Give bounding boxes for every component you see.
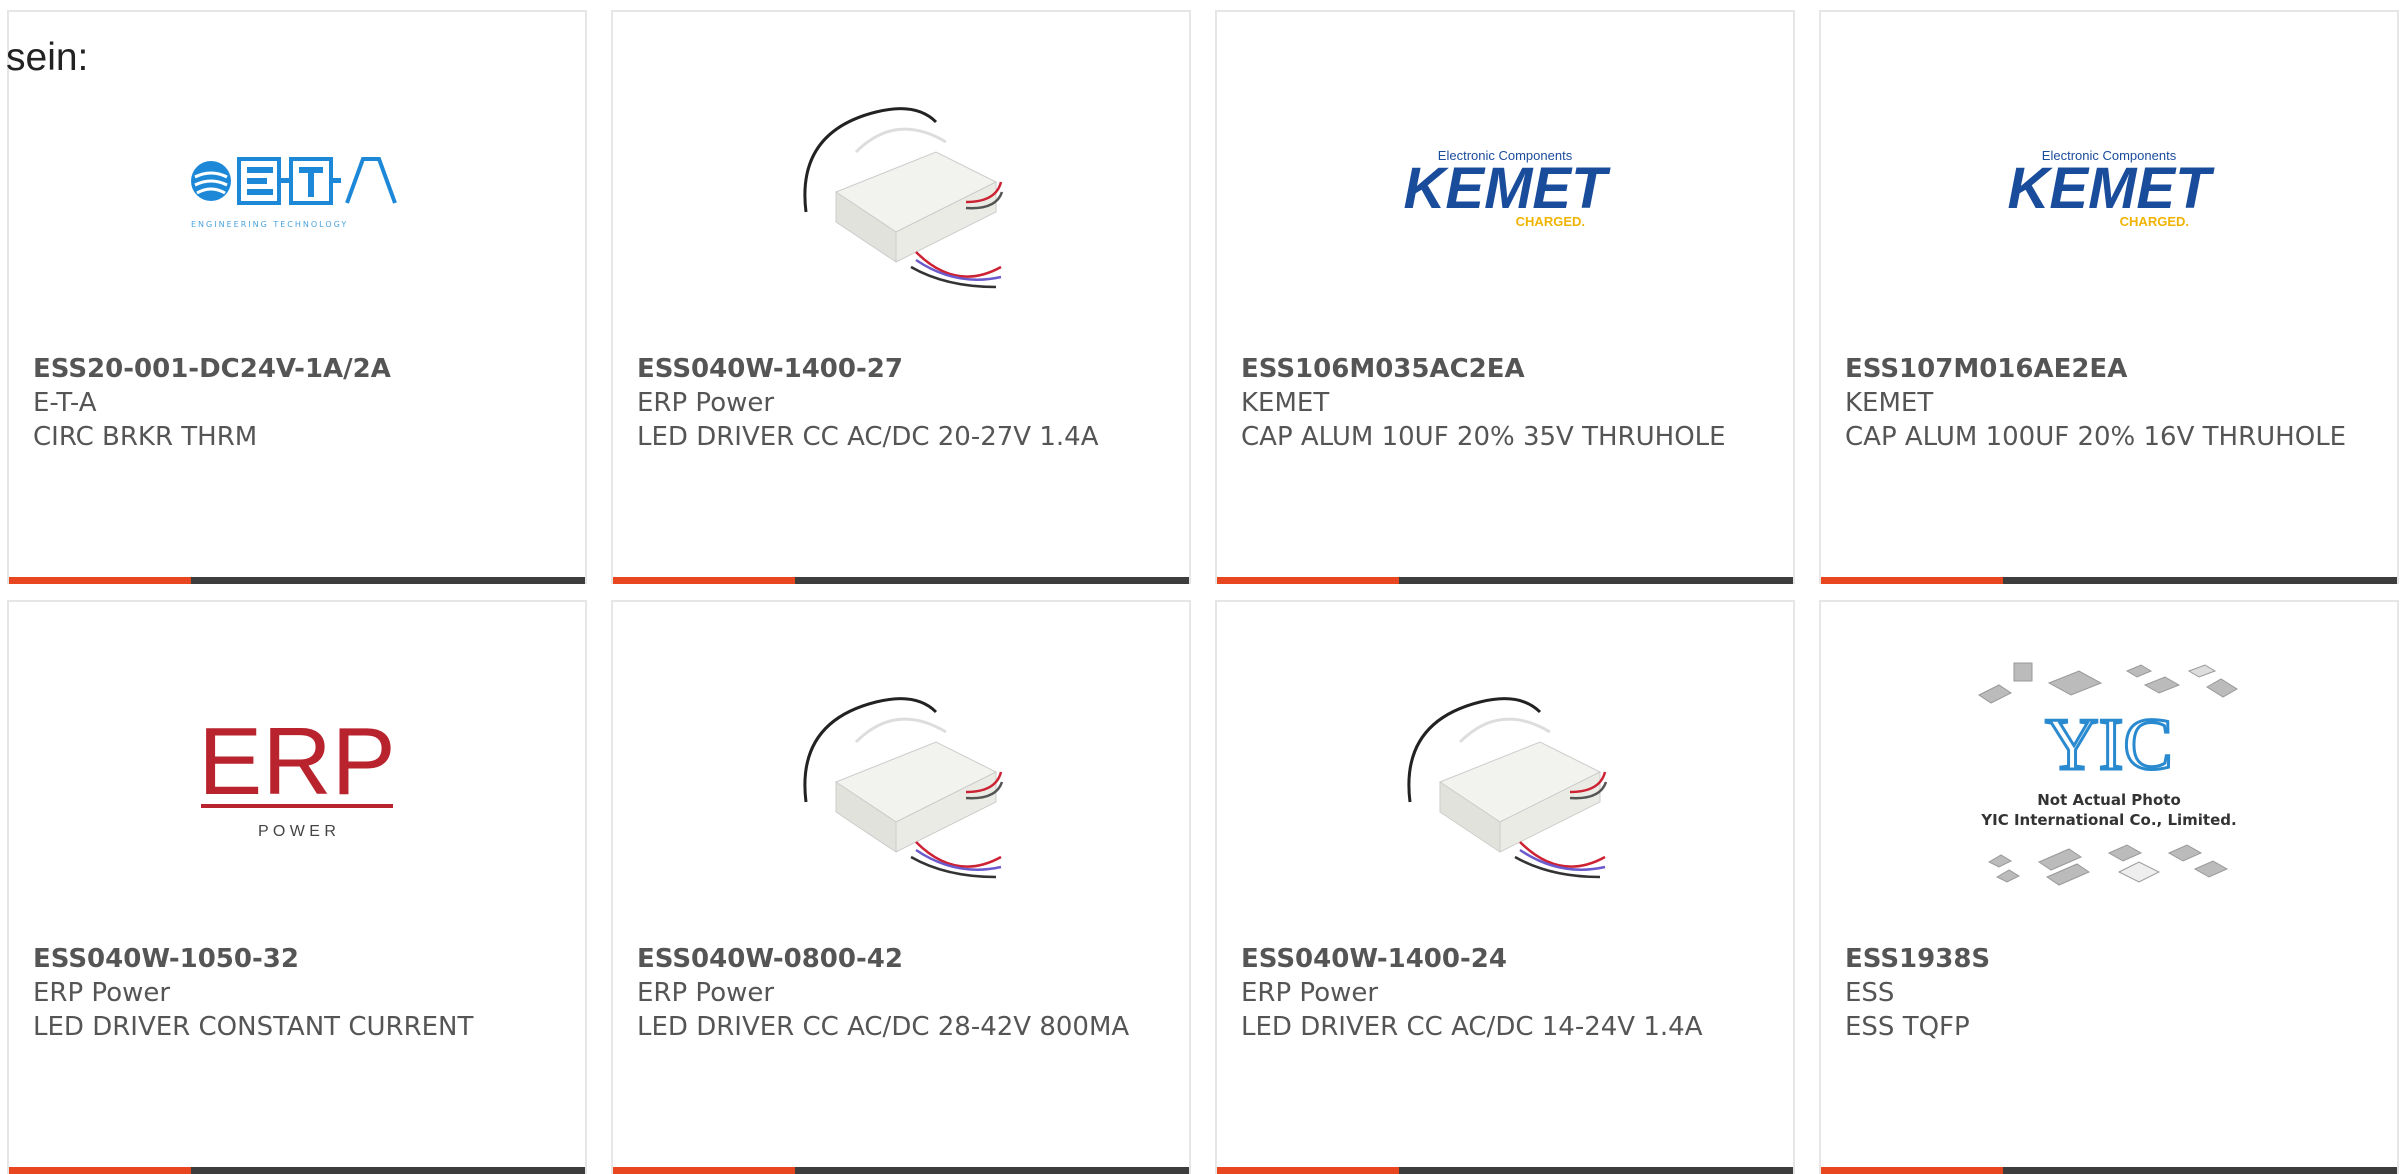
part-number-link[interactable]: ESS1938S [1845,942,2377,976]
card-accent-bar [1217,577,1793,584]
manufacturer-name: E-T-A [33,388,97,418]
product-description: LED DRIVER CONSTANT CURRENT [33,1012,474,1042]
product-description: LED DRIVER CC AC/DC 14-24V 1.4A [1241,1012,1703,1042]
erp-power-logo-icon: ERP P O W E R [198,712,395,840]
product-image[interactable] [613,72,1189,312]
part-number-link[interactable]: ESS040W-1400-24 [1241,942,1773,976]
product-card[interactable]: ESS040W-0800-42 ERP Power LED DRIVER CC … [611,600,1191,1174]
product-description: CIRC BRKR THRM [33,422,258,452]
product-image[interactable] [1217,662,1793,902]
product-description: LED DRIVER CC AC/DC 20-27V 1.4A [637,422,1099,452]
product-description: ESS TQFP [1845,1012,1970,1042]
led-driver-photo-icon [1407,697,1608,879]
manufacturer-name: KEMET [1241,388,1330,418]
svg-text:Not Actual Photo: Not Actual Photo [2037,791,2181,809]
kemet-logo-icon: Electronic Components KEMET CHARGED. [2008,148,2216,229]
led-driver-photo-icon [803,697,1004,879]
card-accent-bar [613,1167,1189,1174]
part-number-link[interactable]: ESS040W-0800-42 [637,942,1169,976]
led-driver-photo-icon [803,107,1004,289]
svg-text:ENGINEERING TECHNOLOGY: ENGINEERING TECHNOLOGY [191,220,348,229]
card-accent-bar [613,577,1189,584]
manufacturer-name: ERP Power [637,978,775,1008]
product-description: CAP ALUM 10UF 20% 35V THRUHOLE [1241,422,1726,452]
chip-placeholder-icon: YIC Not Actual Photo YIC International C… [1978,662,2238,886]
eta-logo-icon: ENGINEERING TECHNOLOGY [191,157,397,229]
card-accent-bar [1821,577,2397,584]
intro-text: sein: [6,36,89,79]
manufacturer-name: ERP Power [637,388,775,418]
card-accent-bar [9,577,585,584]
svg-text:KEMET: KEMET [1404,156,1612,221]
product-description: LED DRIVER CC AC/DC 28-42V 800MA [637,1012,1130,1042]
part-number-link[interactable]: ESS107M016AE2EA [1845,352,2377,386]
svg-text:ERP: ERP [198,712,395,815]
card-accent-bar [1821,1167,2397,1174]
manufacturer-name: ERP Power [33,978,171,1008]
part-number-link[interactable]: ESS040W-1050-32 [33,942,565,976]
card-accent-bar [9,1167,585,1174]
part-number-link[interactable]: ESS20-001-DC24V-1A/2A [33,352,565,386]
kemet-logo-icon: Electronic Components KEMET CHARGED. [1404,148,1612,229]
svg-text:YIC: YIC [2045,704,2172,786]
svg-text:CHARGED.: CHARGED. [2120,214,2189,229]
svg-text:CHARGED.: CHARGED. [1516,214,1585,229]
product-card[interactable]: ESS040W-1400-27 ERP Power LED DRIVER CC … [611,10,1191,584]
product-card[interactable]: ENGINEERING TECHNOLOGY ESS20-001-DC24V-1… [7,10,587,584]
svg-text:KEMET: KEMET [2008,156,2216,221]
product-card[interactable]: Electronic Components KEMET CHARGED. ESS… [1819,10,2399,584]
product-image[interactable] [613,662,1189,902]
product-image[interactable]: Electronic Components KEMET CHARGED. [1821,72,2397,312]
product-image[interactable]: YIC Not Actual Photo YIC International C… [1821,662,2397,902]
manufacturer-name: ERP Power [1241,978,1379,1008]
part-number-link[interactable]: ESS040W-1400-27 [637,352,1169,386]
product-card[interactable]: Electronic Components KEMET CHARGED. ESS… [1215,10,1795,584]
svg-text:P O W E R: P O W E R [258,823,336,840]
product-card[interactable]: ESS040W-1400-24 ERP Power LED DRIVER CC … [1215,600,1795,1174]
card-accent-bar [1217,1167,1793,1174]
part-number-link[interactable]: ESS106M035AC2EA [1241,352,1773,386]
product-description: CAP ALUM 100UF 20% 16V THRUHOLE [1845,422,2347,452]
product-card[interactable]: YIC Not Actual Photo YIC International C… [1819,600,2399,1174]
svg-text:YIC International Co., Limited: YIC International Co., Limited. [1980,811,2236,829]
manufacturer-name: ESS [1845,978,1895,1008]
product-image[interactable]: ENGINEERING TECHNOLOGY [9,72,585,312]
product-image[interactable]: Electronic Components KEMET CHARGED. [1217,72,1793,312]
product-card[interactable]: ERP P O W E R ESS040W-1050-32 ERP Power … [7,600,587,1174]
manufacturer-name: KEMET [1845,388,1934,418]
product-image[interactable]: ERP P O W E R [9,662,585,902]
